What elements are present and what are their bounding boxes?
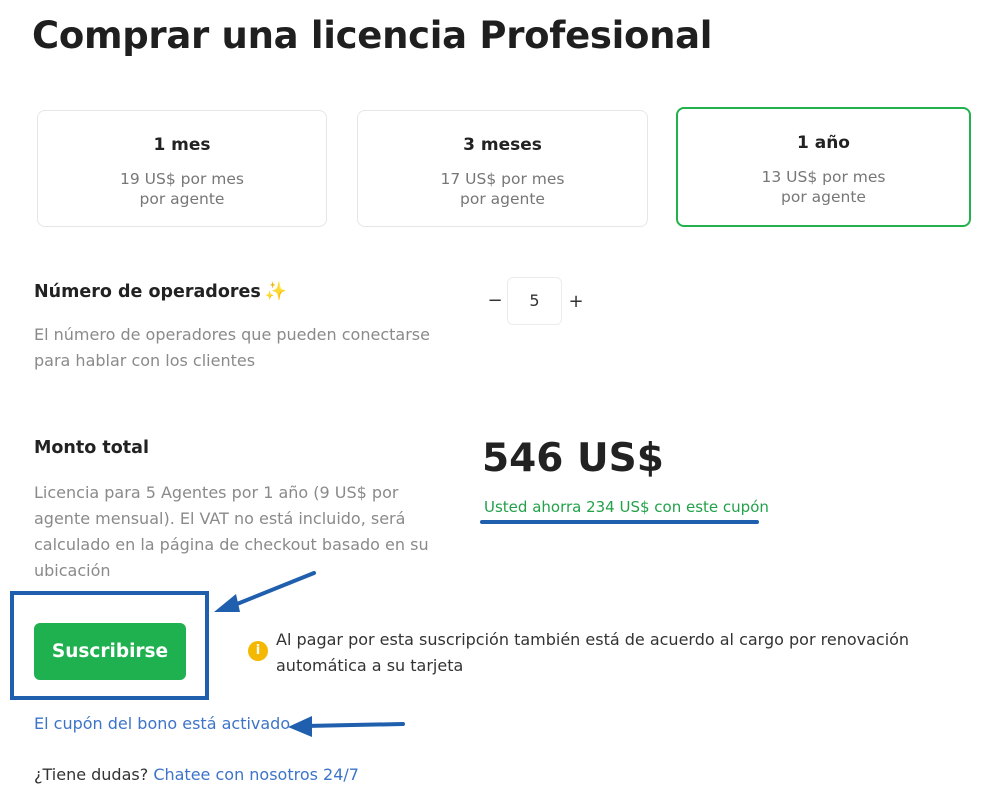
decrement-button[interactable]: − bbox=[485, 291, 505, 311]
operators-quantity-input[interactable]: 5 bbox=[507, 277, 562, 325]
auto-renewal-notice: Al pagar por esta suscripción también es… bbox=[276, 630, 910, 675]
plan-name: 1 año bbox=[796, 133, 850, 153]
chat-link[interactable]: Chatee con nosotros 24/7 bbox=[153, 765, 359, 784]
help-line: ¿Tiene dudas? Chatee con nosotros 24/7 bbox=[34, 765, 359, 784]
annotation-arrow-to-coupon bbox=[303, 722, 405, 728]
plan-card-3-months[interactable]: 3 meses 17 US$ por mes por agente bbox=[357, 110, 648, 227]
annotation-underline bbox=[480, 520, 759, 524]
plan-unit: por agente bbox=[460, 190, 545, 208]
total-amount: 546 US$ bbox=[482, 436, 664, 481]
subscribe-button[interactable]: Suscribirse bbox=[34, 623, 186, 680]
annotation-arrowhead-button bbox=[214, 594, 240, 612]
plan-unit: por agente bbox=[781, 188, 866, 206]
plan-unit: por agente bbox=[139, 190, 225, 208]
operators-description: El número de operadores que pueden conec… bbox=[34, 325, 430, 370]
coupon-activated-link[interactable]: El cupón del bono está activado bbox=[34, 714, 290, 733]
plan-name: 1 mes bbox=[153, 135, 211, 155]
page-title: Comprar una licencia Profesional bbox=[32, 14, 713, 57]
plan-card-1-year[interactable]: 1 año 13 US$ por mes por agente bbox=[676, 107, 971, 227]
operators-label: Número de operadores ✨ bbox=[34, 281, 287, 302]
total-description: Licencia para 5 Agentes por 1 año (9 US$… bbox=[34, 483, 429, 580]
sparkle-icon: ✨ bbox=[264, 281, 288, 302]
plan-price: 17 US$ por mes bbox=[440, 170, 565, 188]
plan-price: 13 US$ por mes bbox=[761, 168, 886, 186]
operators-label-text: Número de operadores bbox=[34, 282, 261, 302]
total-label: Monto total bbox=[34, 438, 149, 458]
increment-button[interactable]: + bbox=[566, 292, 586, 312]
annotation-arrowhead-coupon bbox=[288, 716, 312, 737]
help-question: ¿Tiene dudas? bbox=[34, 765, 154, 784]
plan-card-1-month[interactable]: 1 mes 19 US$ por mes por agente bbox=[37, 110, 327, 227]
plan-price: 19 US$ por mes bbox=[120, 170, 244, 188]
plan-name: 3 meses bbox=[463, 135, 542, 155]
savings-text: Usted ahorra 234 US$ con este cupón bbox=[484, 498, 769, 516]
info-icon: i bbox=[248, 641, 268, 661]
